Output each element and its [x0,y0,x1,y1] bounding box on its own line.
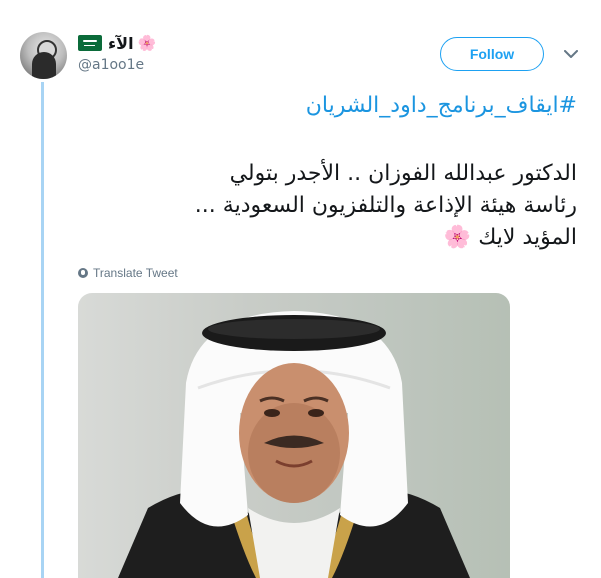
saudi-flag-icon [78,35,102,51]
globe-icon [78,268,88,278]
tweet-text: الدكتور عبدالله الفوزان .. الأجدر بتولي … [77,158,577,254]
display-name: الآء [108,33,134,53]
tweet-line: رئاسة هيئة الإذاعة والتلفزيون السعودية .… [194,193,577,218]
user-name-row[interactable]: الآء 🌸 [78,32,156,54]
hashtag-link[interactable]: #ايقاف_برنامج_داود_الشريان [306,93,577,118]
portrait-image [118,311,470,578]
translate-label: Translate Tweet [93,266,178,280]
tweet-line: الدكتور عبدالله الفوزان .. الأجدر بتولي [229,161,577,186]
avatar-figure [32,52,56,79]
user-handle[interactable]: @a1oo1e [78,57,144,73]
thread-line [41,82,44,578]
chevron-down-icon[interactable] [562,47,580,61]
tweet-line: المؤيد لايك 🌸 [443,225,577,250]
tweet-photo[interactable] [78,293,510,578]
avatar[interactable] [20,32,67,79]
follow-button[interactable]: Follow [440,37,544,71]
translate-tweet-link[interactable]: Translate Tweet [78,266,178,280]
flower-emoji-icon: 🌸 [137,34,157,52]
